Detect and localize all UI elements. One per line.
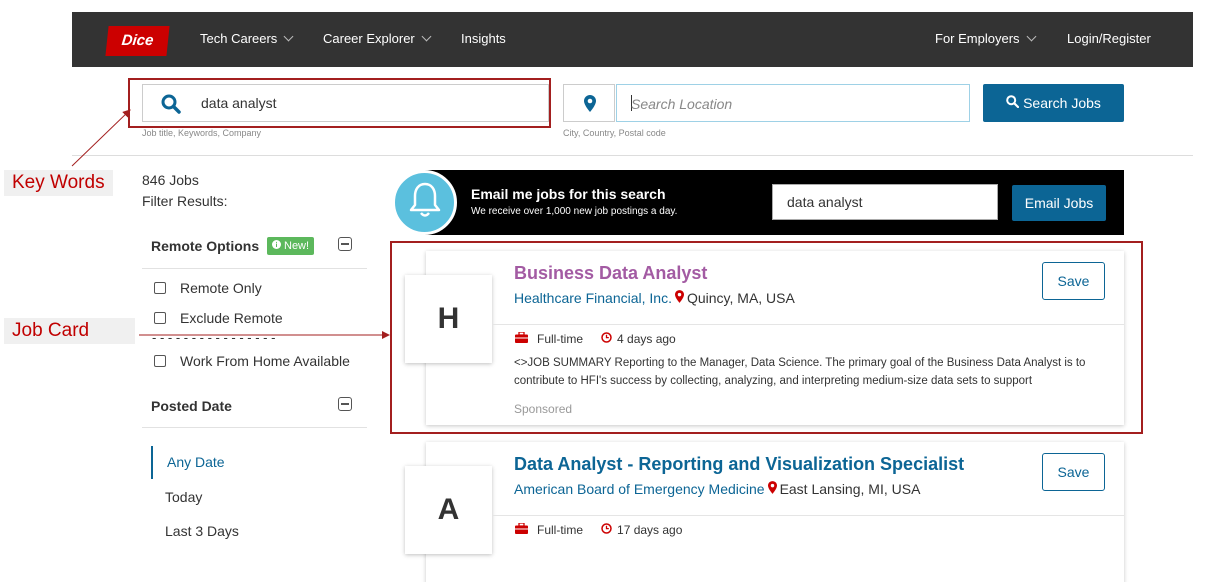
annotation-arrows (71, 109, 390, 339)
